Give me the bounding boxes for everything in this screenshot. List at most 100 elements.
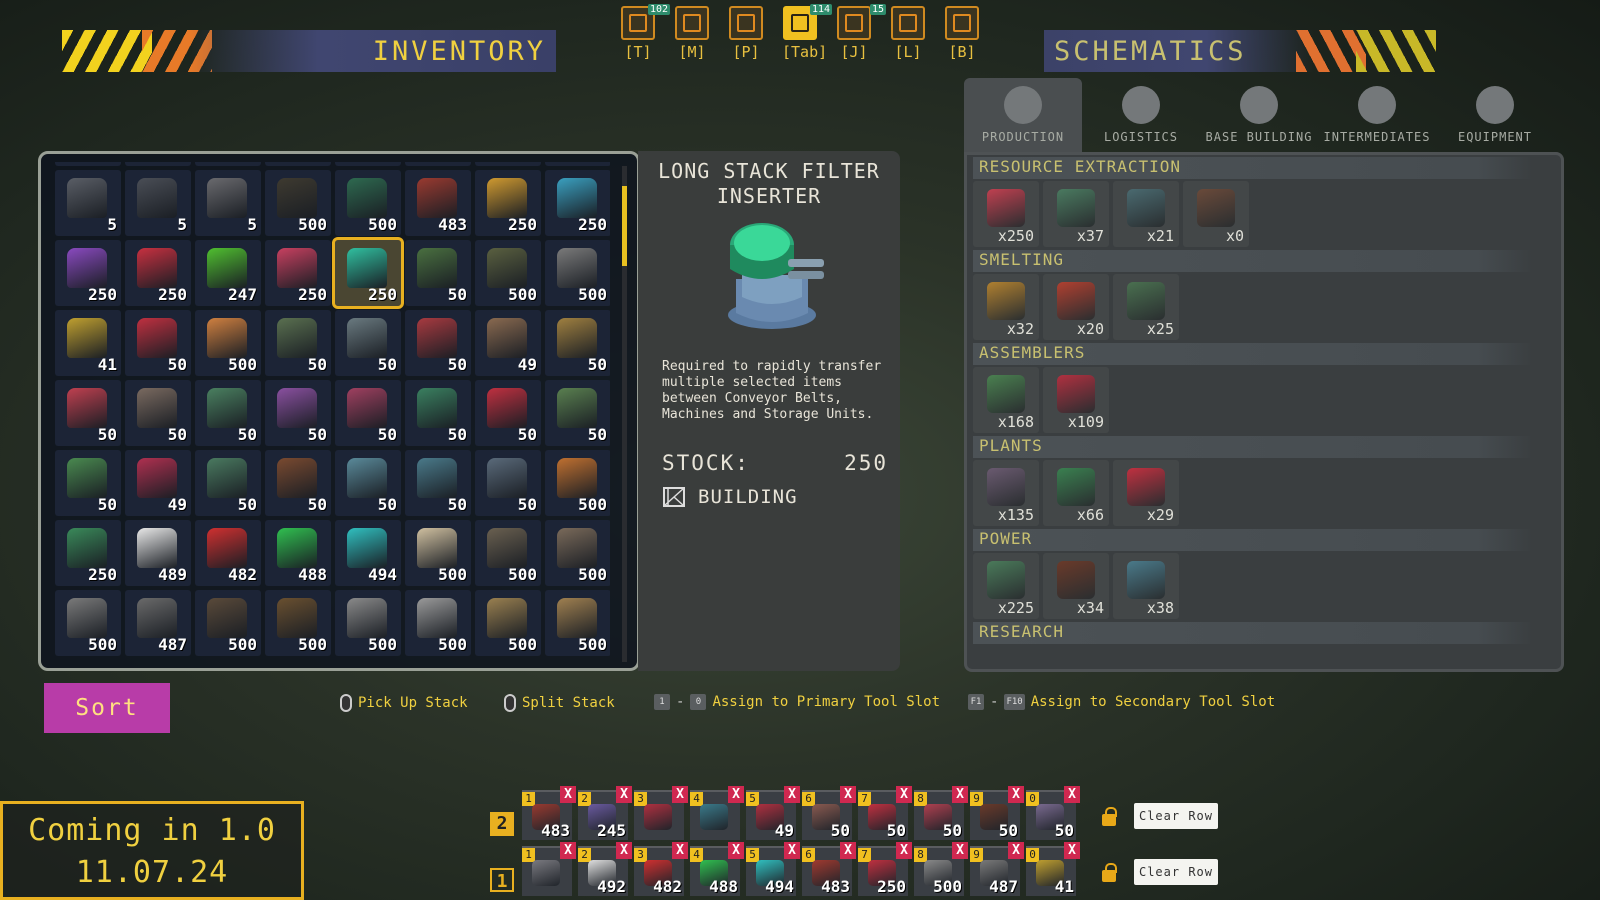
inventory-slot[interactable]: 250 — [332, 237, 404, 309]
toolbar-slot[interactable]: 3X — [634, 786, 688, 840]
remove-slot-button[interactable]: X — [784, 842, 800, 859]
inventory-slot[interactable]: 50 — [335, 450, 401, 516]
inventory-slot[interactable]: 5 — [405, 162, 471, 166]
inventory-slot[interactable]: 500 — [195, 310, 261, 376]
inventory-slot[interactable]: 500 — [545, 240, 610, 306]
toolbar-slot[interactable]: 4X — [690, 786, 744, 840]
remove-slot-button[interactable]: X — [952, 842, 968, 859]
remove-slot-button[interactable]: X — [896, 786, 912, 803]
inventory-slot[interactable]: 500 — [125, 162, 191, 166]
top-nav-button[interactable]: [M] — [674, 6, 710, 68]
top-nav-button[interactable]: [P] — [728, 6, 764, 68]
inventory-slot[interactable]: 5 — [545, 162, 610, 166]
inventory-slot[interactable]: 483 — [405, 170, 471, 236]
schematic-item[interactable]: x20 — [1043, 274, 1109, 340]
remove-slot-button[interactable]: X — [1008, 842, 1024, 859]
toolbar-slot[interactable]: 0 X 41 — [1026, 842, 1080, 896]
schematic-item[interactable]: x66 — [1043, 460, 1109, 526]
inventory-slot[interactable]: 500 — [55, 590, 121, 656]
inventory-slot[interactable]: 50 — [405, 240, 471, 306]
schematic-item[interactable]: x21 — [1113, 181, 1179, 247]
inventory-slot[interactable]: 5 — [335, 162, 401, 166]
toolbar-slot[interactable]: 6 X 483 — [802, 842, 856, 896]
lock-icon[interactable] — [1102, 807, 1117, 826]
inventory-slot[interactable]: 5 — [265, 162, 331, 166]
inventory-slot[interactable]: 500 — [545, 520, 610, 586]
inventory-slot[interactable]: 5 — [125, 170, 191, 236]
remove-slot-button[interactable]: X — [1064, 842, 1080, 859]
inventory-slot[interactable]: 250 — [545, 170, 610, 236]
schematic-item[interactable]: x25 — [1113, 274, 1179, 340]
schematic-item[interactable]: x225 — [973, 553, 1039, 619]
remove-slot-button[interactable]: X — [672, 786, 688, 803]
remove-slot-button[interactable]: X — [1008, 786, 1024, 803]
toolbar-slot[interactable]: 2 X 492 — [578, 842, 632, 896]
inventory-slot[interactable]: 49 — [125, 450, 191, 516]
remove-slot-button[interactable]: X — [616, 842, 632, 859]
toolbar-slot[interactable]: 7 X 50 — [858, 786, 912, 840]
inventory-slot[interactable]: 500 — [475, 520, 541, 586]
toolbar-row-number[interactable]: 1 — [490, 868, 514, 892]
inventory-slot[interactable]: 50 — [265, 310, 331, 376]
remove-slot-button[interactable]: X — [728, 786, 744, 803]
inventory-slot[interactable]: 5 — [55, 170, 121, 236]
sort-button[interactable]: Sort — [44, 683, 170, 733]
inventory-slot[interactable]: 494 — [335, 520, 401, 586]
inventory-slot[interactable]: 50 — [405, 380, 471, 446]
inventory-slot[interactable]: 5 — [475, 162, 541, 166]
toolbar-slot[interactable]: 3 X 482 — [634, 842, 688, 896]
toolbar-slot[interactable]: 9 X 50 — [970, 786, 1024, 840]
toolbar-slot[interactable]: 6 X 50 — [802, 786, 856, 840]
inventory-slot[interactable]: 250 — [265, 240, 331, 306]
toolbar-slot[interactable]: 8 X 500 — [914, 842, 968, 896]
inventory-slot[interactable]: 50 — [265, 450, 331, 516]
inventory-slot[interactable]: 5 — [195, 170, 261, 236]
inventory-slot[interactable]: 50 — [55, 380, 121, 446]
inventory-slot[interactable]: 50 — [125, 380, 191, 446]
inventory-slot[interactable]: 500 — [335, 170, 401, 236]
toolbar-slot[interactable]: 2 X 245 — [578, 786, 632, 840]
inventory-slot[interactable]: 500 — [545, 450, 610, 516]
remove-slot-button[interactable]: X — [1064, 786, 1080, 803]
inventory-slot[interactable]: 50 — [475, 450, 541, 516]
toolbar-slot[interactable]: 9 X 487 — [970, 842, 1024, 896]
inventory-slot[interactable]: 50 — [405, 310, 471, 376]
remove-slot-button[interactable]: X — [616, 786, 632, 803]
inventory-slot[interactable]: 500 — [265, 590, 331, 656]
inventory-slot[interactable]: 500 — [475, 240, 541, 306]
tab-equipment[interactable]: EQUIPMENT — [1436, 78, 1554, 152]
inventory-slot[interactable]: 250 — [55, 240, 121, 306]
remove-slot-button[interactable]: X — [672, 842, 688, 859]
remove-slot-button[interactable]: X — [560, 786, 576, 803]
remove-slot-button[interactable]: X — [840, 786, 856, 803]
remove-slot-button[interactable]: X — [840, 842, 856, 859]
inventory-slot[interactable]: 500 — [195, 590, 261, 656]
inventory-slot[interactable]: 500 — [405, 590, 471, 656]
inventory-slot[interactable]: 482 — [195, 520, 261, 586]
inventory-slot[interactable]: 500 — [475, 590, 541, 656]
remove-slot-button[interactable]: X — [896, 842, 912, 859]
inventory-slot[interactable]: 500 — [195, 162, 261, 166]
inventory-slot[interactable]: 500 — [265, 170, 331, 236]
toolbar-slot[interactable]: 5 X 49 — [746, 786, 800, 840]
toolbar-row-number[interactable]: 2 — [490, 812, 514, 836]
toolbar-slot[interactable]: 7 X 250 — [858, 842, 912, 896]
top-nav-button[interactable]: [L] — [890, 6, 926, 68]
inventory-slot[interactable]: 500 — [55, 162, 121, 166]
inventory-slot[interactable]: 247 — [195, 240, 261, 306]
schematic-item[interactable]: x38 — [1113, 553, 1179, 619]
tab-production[interactable]: PRODUCTION — [964, 78, 1082, 152]
schematic-item[interactable]: x29 — [1113, 460, 1179, 526]
schematic-item[interactable]: x37 — [1043, 181, 1109, 247]
tab-logistics[interactable]: LOGISTICS — [1082, 78, 1200, 152]
toolbar-slot[interactable]: 1 X 483 — [522, 786, 576, 840]
top-nav-button[interactable]: [J] 15 — [836, 4, 886, 68]
inventory-slot[interactable]: 50 — [125, 310, 191, 376]
inventory-slot[interactable]: 50 — [335, 310, 401, 376]
inventory-slot[interactable]: 41 — [55, 310, 121, 376]
tab-base-building[interactable]: BASE BUILDING — [1200, 78, 1318, 152]
remove-slot-button[interactable]: X — [560, 842, 576, 859]
inventory-slot[interactable]: 50 — [545, 310, 610, 376]
toolbar-slot[interactable]: 5 X 494 — [746, 842, 800, 896]
schematic-item[interactable]: x32 — [973, 274, 1039, 340]
